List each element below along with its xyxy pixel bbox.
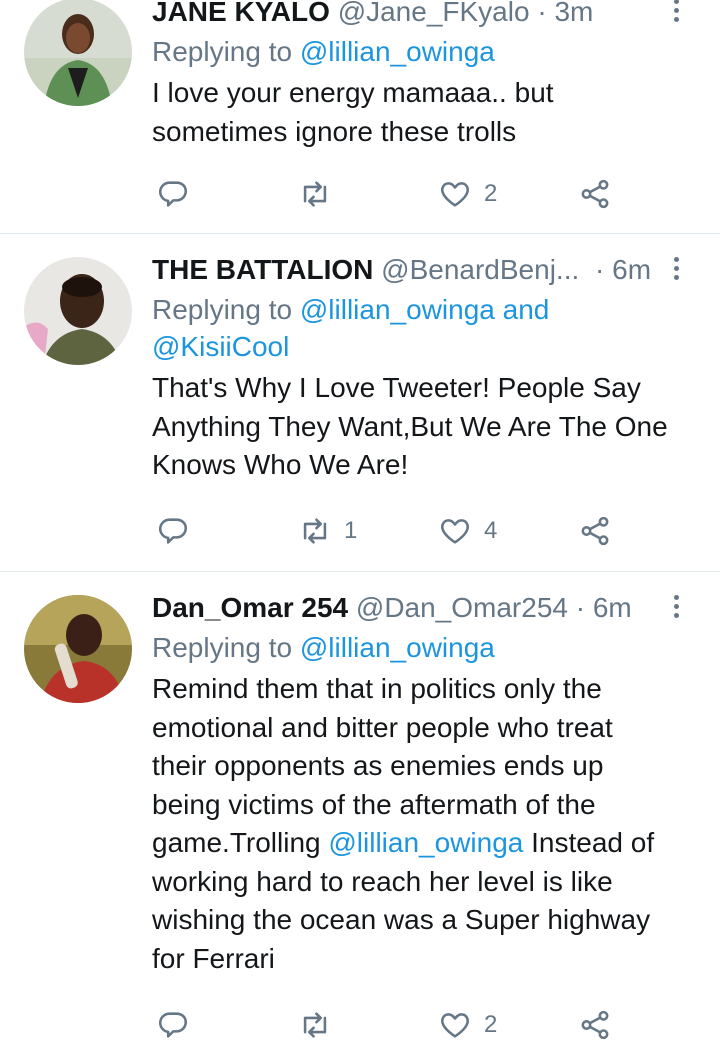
tweet-text-segment: Instead of — [531, 827, 655, 858]
tweet-actions: 2 — [152, 174, 632, 214]
share-button[interactable] — [578, 511, 612, 551]
timestamp[interactable]: 6m — [593, 592, 632, 623]
tweet-text-line: wishing the ocean was a Super highway — [152, 904, 651, 935]
mention-link[interactable]: @lillian_owinga — [300, 36, 495, 67]
tweet-dan-omar[interactable]: Dan_Omar 254 @Dan_Omar254 · 6m Replying … — [0, 572, 720, 1060]
share-icon — [578, 1008, 612, 1042]
retweet-icon — [298, 1008, 332, 1042]
display-name[interactable]: Dan_Omar 254 — [152, 592, 348, 623]
reply-context: Replying to @lillian_owinga — [152, 33, 700, 70]
separator-dot: · — [595, 254, 605, 285]
like-button[interactable]: 4 — [438, 511, 497, 551]
reply-icon — [156, 514, 190, 548]
more-vertical-icon[interactable] — [670, 0, 682, 26]
reply-button[interactable] — [156, 511, 190, 551]
reply-context: Replying to @lillian_owinga and @KisiiCo… — [152, 291, 700, 365]
tweet-text-line: Remind them that in politics only the — [152, 673, 602, 704]
like-count: 4 — [484, 517, 498, 544]
display-name[interactable]: THE BATTALION — [152, 254, 373, 285]
tweet-text-line: their opponents as enemies ends up — [152, 750, 604, 781]
tweet-jane-kyalo[interactable]: JANE KYALO @Jane_FKyalo · 3m Replying to… — [0, 0, 720, 232]
retweet-count: 1 — [344, 517, 358, 544]
tweet-text-line: game.Trolling @lillian_owinga Instead of — [152, 824, 700, 863]
tweet-text-line: sometimes ignore these trolls — [152, 115, 517, 147]
reply-icon — [156, 1008, 190, 1042]
reply-icon — [156, 177, 190, 211]
tweet-header: THE BATTALION @BenardBenj... · 6m — [152, 252, 700, 288]
mention-link[interactable]: @lillian_owinga — [300, 294, 495, 325]
reply-button[interactable] — [156, 1005, 190, 1045]
tweet-text-segment: game.Trolling — [152, 827, 321, 858]
like-button[interactable]: 2 — [438, 1005, 497, 1045]
timestamp[interactable]: 6m — [612, 254, 651, 285]
separator-dot: · — [575, 592, 586, 623]
avatar[interactable] — [24, 595, 132, 703]
mention-link[interactable]: @KisiiCool — [152, 331, 289, 362]
retweet-button[interactable]: 1 — [298, 511, 357, 551]
reply-label: Replying to — [152, 632, 293, 663]
tweet-text: I love your energy mamaaa.. but sometime… — [152, 74, 700, 151]
tweet-actions: 1 4 — [152, 511, 632, 551]
tweet-text-line: being victims of the aftermath of the — [152, 788, 596, 820]
user-handle[interactable]: @Dan_Omar254 — [356, 592, 568, 623]
tweet-text-line: Knows Who We Are! — [152, 449, 409, 480]
display-name[interactable]: JANE KYALO — [152, 0, 330, 27]
tweet-text-line: for Ferrari — [152, 942, 275, 974]
tweet-text: Remind them that in politics only the em… — [152, 670, 700, 978]
share-button[interactable] — [578, 174, 612, 214]
reply-context: Replying to @lillian_owinga — [152, 629, 700, 666]
tweet-header: Dan_Omar 254 @Dan_Omar254 · 6m — [152, 590, 700, 626]
retweet-icon — [298, 514, 332, 548]
share-icon — [578, 177, 612, 211]
mention-and[interactable]: and — [503, 294, 550, 325]
reply-label: Replying to — [152, 294, 293, 325]
user-handle[interactable]: @Jane_FKyalo — [338, 0, 530, 27]
like-count: 2 — [484, 180, 498, 207]
tweet-text-line: working hard to reach her level is like — [152, 865, 613, 897]
more-vertical-icon[interactable] — [670, 254, 682, 284]
retweet-button[interactable] — [298, 1005, 344, 1045]
tweet-text-line: emotional and bitter people who treat — [152, 711, 613, 743]
avatar[interactable] — [24, 0, 132, 106]
like-button[interactable]: 2 — [438, 174, 497, 214]
heart-icon — [438, 1008, 472, 1042]
reply-label: Replying to — [152, 36, 293, 67]
more-vertical-icon[interactable] — [670, 592, 682, 622]
share-button[interactable] — [578, 1005, 612, 1045]
timestamp[interactable]: 3m — [554, 0, 593, 27]
retweet-button[interactable] — [298, 174, 344, 214]
tweet-header: JANE KYALO @Jane_FKyalo · 3m — [152, 0, 700, 30]
tweet-the-battalion[interactable]: THE BATTALION @BenardBenj... · 6m Replyi… — [0, 234, 720, 570]
tweet-text-line: I love your energy mamaaa.. but — [152, 77, 554, 108]
tweet-text: That's Why I Love Tweeter! People Say An… — [152, 369, 700, 485]
share-icon — [578, 514, 612, 548]
separator-dot: · — [537, 0, 547, 27]
retweet-icon — [298, 177, 332, 211]
mention-link[interactable]: @lillian_owinga — [300, 632, 495, 663]
tweet-actions: 2 — [152, 1005, 632, 1045]
heart-icon — [438, 514, 472, 548]
heart-icon — [438, 177, 472, 211]
avatar[interactable] — [24, 257, 132, 365]
tweet-text-line: Anything They Want,But We Are The One — [152, 410, 668, 442]
reply-button[interactable] — [156, 174, 190, 214]
user-handle[interactable]: @BenardBenj... — [381, 254, 579, 285]
mention-link[interactable]: @lillian_owinga — [328, 827, 523, 858]
tweet-text-line: That's Why I Love Tweeter! People Say — [152, 372, 641, 403]
like-count: 2 — [484, 1011, 498, 1038]
